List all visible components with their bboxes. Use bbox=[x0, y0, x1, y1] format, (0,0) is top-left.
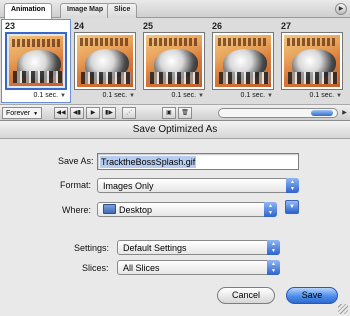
frame-delay[interactable]: 0.1 sec. ▼ bbox=[241, 92, 273, 99]
format-value: Images Only bbox=[103, 181, 154, 191]
frame-number: 27 bbox=[281, 21, 292, 31]
chevron-updown-icon: ▲ ▼ bbox=[267, 260, 280, 275]
scroll-thumb[interactable] bbox=[311, 110, 333, 116]
slices-select[interactable]: All Slices ▲ ▼ bbox=[117, 260, 280, 275]
settings-select[interactable]: Default Settings ▲ ▼ bbox=[117, 240, 280, 255]
frame-delay[interactable]: 0.1 sec. ▼ bbox=[310, 92, 342, 99]
frame-strip: 23 0.1 sec. ▼ 24 0.1 sec. ▼ 25 0.1 sec. ▼ 2… bbox=[1, 19, 349, 103]
save-as-field[interactable]: TracktheBossSplash.gif bbox=[97, 153, 299, 170]
frame-27[interactable]: 27 0.1 sec. ▼ bbox=[278, 20, 346, 102]
frame-23[interactable]: 23 0.1 sec. ▼ bbox=[1, 19, 71, 103]
animation-toolbar: Forever ▼ ◀◀ ◀▮ ▶ ▮▶ ⋰ ▣ 🗑 ▶ bbox=[0, 104, 350, 120]
frame-number: 25 bbox=[143, 21, 154, 31]
next-frame-icon[interactable]: ▮▶ bbox=[102, 107, 116, 119]
trash-icon[interactable]: 🗑 bbox=[178, 107, 192, 119]
where-value: Desktop bbox=[119, 205, 153, 215]
dialog-title: Save Optimized As bbox=[0, 121, 350, 139]
frame-thumbnail bbox=[281, 32, 343, 90]
tab-image-map[interactable]: Image Map bbox=[60, 3, 111, 18]
looping-select[interactable]: Forever ▼ bbox=[2, 107, 43, 119]
play-icon[interactable]: ▶ bbox=[86, 107, 100, 119]
duplicate-frame-icon[interactable]: ▣ bbox=[162, 107, 176, 119]
where-value-wrap: Desktop bbox=[103, 204, 152, 216]
tween-icon[interactable]: ⋰ bbox=[122, 107, 136, 119]
frame-number: 24 bbox=[74, 21, 85, 31]
first-frame-icon[interactable]: ◀◀ bbox=[54, 107, 68, 119]
frame-delay[interactable]: 0.1 sec. ▼ bbox=[172, 92, 204, 99]
chevron-updown-icon: ▲ ▼ bbox=[267, 240, 280, 255]
settings-label: Settings: bbox=[74, 243, 110, 253]
expand-icon[interactable]: ▼ bbox=[285, 200, 299, 214]
frame-delay[interactable]: 0.1 sec. ▼ bbox=[103, 92, 135, 99]
frame-number: 26 bbox=[212, 21, 223, 31]
frame-thumbnail bbox=[5, 32, 67, 90]
tab-animation[interactable]: Animation bbox=[4, 3, 53, 19]
palette-tab-bar: Animation Image Map Slice ▶ bbox=[0, 0, 350, 19]
looping-value: Forever bbox=[6, 110, 31, 117]
chevron-updown-icon: ▲ ▼ bbox=[286, 178, 299, 193]
cancel-button[interactable]: Cancel bbox=[217, 287, 275, 304]
frame-number: 23 bbox=[5, 21, 16, 31]
chevron-updown-icon: ▲ ▼ bbox=[264, 202, 277, 217]
save-as-label: Save As: bbox=[58, 156, 94, 166]
settings-value: Default Settings bbox=[123, 243, 187, 253]
where-label: Where: bbox=[62, 205, 92, 215]
scroll-right-icon[interactable]: ▶ bbox=[340, 108, 349, 118]
save-dialog: Save Optimized As Save As: TracktheBossS… bbox=[0, 121, 350, 316]
folder-icon bbox=[103, 204, 116, 214]
frame-thumbnail bbox=[74, 32, 136, 90]
tab-slice[interactable]: Slice bbox=[107, 3, 138, 18]
frame-delay[interactable]: 0.1 sec. ▼ bbox=[34, 92, 66, 99]
animation-palette: Animation Image Map Slice ▶ 23 0.1 sec. ▼… bbox=[0, 0, 350, 121]
frame-thumbnail bbox=[143, 32, 205, 90]
frame-26[interactable]: 26 0.1 sec. ▼ bbox=[209, 20, 277, 102]
format-label: Format: bbox=[60, 180, 92, 190]
resize-grip[interactable] bbox=[338, 304, 348, 314]
save-button[interactable]: Save bbox=[286, 287, 338, 304]
palette-menu-icon[interactable]: ▶ bbox=[335, 3, 347, 15]
frame-thumbnail bbox=[212, 32, 274, 90]
previous-frame-icon[interactable]: ◀▮ bbox=[70, 107, 84, 119]
slices-label: Slices: bbox=[82, 263, 109, 273]
where-select[interactable]: Desktop ▲ ▼ bbox=[97, 202, 277, 217]
frame-scrollbar[interactable] bbox=[218, 108, 338, 118]
frame-25[interactable]: 25 0.1 sec. ▼ bbox=[140, 20, 208, 102]
save-as-value: TracktheBossSplash.gif bbox=[100, 156, 197, 168]
frame-24[interactable]: 24 0.1 sec. ▼ bbox=[71, 20, 139, 102]
format-select[interactable]: Images Only ▲ ▼ bbox=[97, 178, 299, 193]
slices-value: All Slices bbox=[123, 263, 160, 273]
